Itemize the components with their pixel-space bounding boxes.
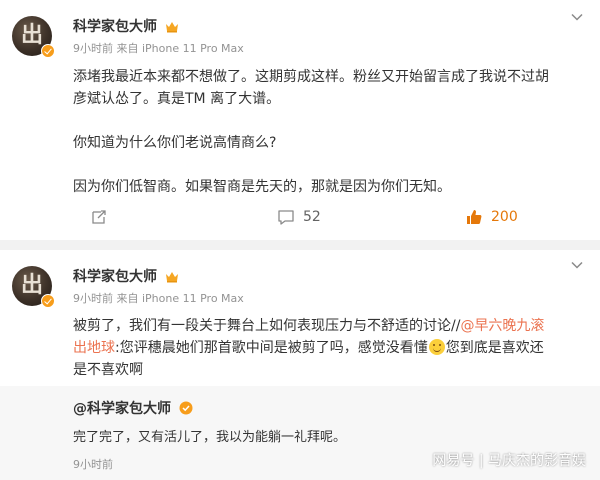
grin-emoji-icon	[428, 339, 445, 355]
like-count: 200	[491, 209, 518, 225]
like-button[interactable]: 200	[465, 205, 518, 229]
quoted-time: 9小时前	[73, 458, 113, 471]
chevron-down-icon[interactable]	[570, 258, 584, 272]
post-body: 被剪了，我们有一段关于舞台上如何表现压力与不舒适的讨论//@早六晚九滚出地球:您…	[73, 315, 553, 381]
repost-icon	[92, 210, 106, 224]
post-text: :您评穗晨她们那首歌中间是被剪了吗，感觉没看懂	[115, 340, 428, 356]
watermark: 网易号 | 马庆杰的影音娱	[432, 453, 586, 469]
repost-button[interactable]	[90, 205, 116, 229]
post-paragraph: 添堵我最近本来都不想做了。这期剪成这样。粉丝又开始留言成了我说不过胡彦斌认怂了。…	[73, 69, 549, 107]
thumbs-up-icon	[467, 210, 482, 224]
verified-badge-icon	[179, 401, 193, 415]
post-divider	[0, 240, 600, 250]
post-text: 被剪了，我们有一段关于舞台上如何表现压力与不舒适的讨论//	[73, 318, 461, 334]
comment-button[interactable]: 52	[277, 205, 321, 229]
post-body: 添堵我最近本来都不想做了。这期剪成这样。粉丝又开始留言成了我说不过胡彦斌认怂了。…	[73, 66, 553, 198]
crown-icon	[165, 272, 178, 283]
post-paragraph: 因为你们低智商。如果智商是先天的，那就是因为你们无知。	[73, 179, 451, 195]
post-meta: 9小时前 来自 iPhone 11 Pro Max	[73, 292, 244, 305]
quoted-author[interactable]: @科学家包大师	[73, 401, 171, 417]
weibo-post-1: 出 科学家包大师 9小时前 来自 iPhone 11 Pro Max 添堵我最近…	[0, 0, 600, 240]
crown-icon	[165, 22, 178, 33]
quoted-text: 完了完了，又有活儿了，我以为能躺一礼拜呢。	[73, 430, 347, 445]
action-bar: 52 200	[0, 205, 600, 229]
chevron-down-icon[interactable]	[570, 10, 584, 24]
comment-icon	[278, 210, 294, 225]
verified-badge-icon	[41, 294, 55, 308]
weibo-post-2: 出 科学家包大师 9小时前 来自 iPhone 11 Pro Max 被剪了，我…	[0, 250, 600, 480]
verified-badge-icon	[41, 44, 55, 58]
post-paragraph: 你知道为什么你们老说高情商么?	[73, 135, 277, 151]
comment-count: 52	[303, 209, 321, 225]
author-name[interactable]: 科学家包大师	[73, 269, 157, 285]
post-meta: 9小时前 来自 iPhone 11 Pro Max	[73, 42, 244, 55]
quoted-comment[interactable]: @科学家包大师 完了完了，又有活儿了，我以为能躺一礼拜呢。 9小时前 网易号 |…	[0, 386, 600, 480]
author-name[interactable]: 科学家包大师	[73, 19, 157, 35]
